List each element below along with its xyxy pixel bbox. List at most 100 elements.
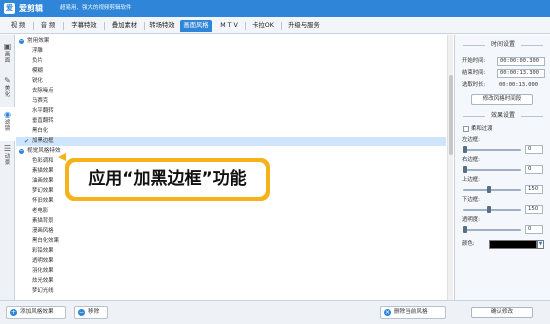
settings-panel: 时间设置 开始时间: 00:00:00.300 结束时间: 00:00:13.3… — [454, 35, 550, 318]
left-border-label: 左边框: — [462, 137, 480, 143]
top-border-slider[interactable] — [463, 189, 521, 191]
callout-text: 应用“加黑边框”功能 — [88, 169, 247, 189]
menu-karaoke[interactable]: 卡拉OK — [246, 20, 280, 32]
list-item[interactable]: 素描背景 — [16, 217, 446, 226]
list-item[interactable]: 负片 — [16, 57, 446, 66]
motion-icon: ☰ — [3, 144, 12, 153]
slider-thumb[interactable] — [487, 206, 492, 213]
menu-bar: 视 频 音 频 字幕特效 叠加素材 转场特效 画面风格 M T V 卡拉OK 升… — [0, 17, 550, 34]
callout-body: 应用“加黑边框”功能 — [69, 162, 266, 197]
menu-mtv[interactable]: M T V — [214, 20, 244, 32]
list-item[interactable]: 羽化效果 — [16, 267, 446, 276]
soft-transition-label: 柔和过渡 — [471, 126, 493, 132]
app-name: 爱剪辑 — [19, 4, 43, 13]
nav-tab-label: 动景 — [4, 154, 11, 166]
list-item[interactable]: 炫光效果 — [16, 277, 446, 286]
duration-value: 00:00:13.000 — [499, 82, 538, 88]
add-style-button[interactable]: + 添加风格效果 — [6, 306, 66, 319]
collapse-icon: − — [19, 148, 24, 154]
title-bar: 爱 爱剪辑 超易用、强大的视频剪辑软件 — [0, 0, 550, 17]
bottom-toolbar: + 添加风格效果 − 移除 × 删除当前风格 — [0, 300, 550, 324]
slider-thumb[interactable] — [463, 226, 467, 233]
bottom-border-label: 下边框: — [462, 197, 480, 203]
list-item[interactable]: 马赛克 — [16, 97, 446, 106]
nav-tab-label: 美化 — [4, 86, 11, 98]
list-scrollbar[interactable] — [447, 35, 453, 300]
list-item[interactable]: 水平翻转 — [16, 107, 446, 116]
menu-video[interactable]: 视 频 — [4, 20, 32, 32]
list-item[interactable]: 彩铅效果 — [16, 247, 446, 256]
nav-tab-filter[interactable]: ◉ 滤镜 — [0, 107, 15, 141]
nav-tab-label: 滤镜 — [4, 120, 11, 132]
right-border-input[interactable]: 0 — [525, 165, 543, 174]
category-common[interactable]: − 常用效果 — [16, 37, 446, 46]
soft-transition-checkbox[interactable] — [463, 126, 469, 132]
nav-tab-picture[interactable]: ▣ 画面 — [0, 39, 15, 73]
menu-picture-style[interactable]: 画面风格 — [180, 20, 212, 32]
delete-icon: × — [384, 309, 391, 316]
menu-upgrade[interactable]: 升级与服务 — [283, 20, 325, 32]
nav-tab-motion[interactable]: ☰ 动景 — [0, 141, 15, 175]
check-icon: ✔ — [24, 138, 30, 145]
end-time-input[interactable]: 00:00:13.300 — [497, 69, 545, 78]
nav-tab-beautify[interactable]: ✎ 美化 — [0, 73, 15, 107]
menu-transition[interactable]: 转场特效 — [145, 20, 179, 32]
start-time-input[interactable]: 00:00:00.300 — [497, 57, 545, 66]
callout-annotation: 应用“加黑边框”功能 — [65, 158, 270, 201]
menu-divider — [281, 22, 282, 30]
minus-icon: − — [78, 309, 85, 316]
list-item[interactable]: 梦幻光线 — [16, 287, 446, 296]
delete-style-button[interactable]: × 删除当前风格 — [380, 306, 446, 319]
right-border-slider[interactable] — [463, 169, 521, 171]
list-item-selected[interactable]: ✔ 加黑边框 — [16, 137, 446, 146]
slider-thumb[interactable] — [463, 146, 467, 153]
opacity-slider[interactable] — [463, 229, 521, 231]
list-item[interactable]: 漫画风格 — [16, 227, 446, 236]
color-label: 颜色: — [462, 241, 475, 247]
menu-audio[interactable]: 音 频 — [34, 20, 62, 32]
slider-thumb[interactable] — [487, 186, 492, 193]
nav-tab-label: 画面 — [4, 52, 11, 64]
app-logo: 爱 — [4, 3, 15, 14]
brush-icon: ✎ — [4, 76, 11, 85]
remove-button[interactable]: − 移除 — [74, 306, 108, 319]
list-item[interactable]: 黑白化 — [16, 127, 446, 136]
top-border-input[interactable]: 150 — [525, 185, 543, 194]
plus-icon: + — [10, 309, 17, 316]
app-slogan: 超易用、强大的视频剪辑软件 — [60, 5, 132, 11]
filter-icon: ◉ — [4, 110, 11, 119]
list-item[interactable]: 锐化 — [16, 77, 446, 86]
color-swatch[interactable] — [489, 240, 537, 249]
bottom-border-slider[interactable] — [463, 209, 521, 211]
left-nav: ▣ 画面 ✎ 美化 ◉ 滤镜 ☰ 动景 — [0, 35, 15, 300]
end-time-label: 结束时间: — [462, 70, 486, 76]
section-divider — [521, 45, 543, 46]
list-item[interactable]: 透明效果 — [16, 257, 446, 266]
list-item[interactable]: 去除噪点 — [16, 87, 446, 96]
modify-time-button[interactable]: 修改风格时间段 — [471, 94, 533, 105]
start-time-label: 开始时间: — [462, 58, 486, 64]
slider-thumb[interactable] — [463, 166, 467, 173]
collapse-icon: − — [19, 38, 24, 44]
scroll-thumb[interactable] — [449, 75, 453, 155]
menu-overlay[interactable]: 叠加素材 — [105, 20, 144, 32]
opacity-input[interactable]: 0 — [525, 225, 543, 234]
list-item[interactable]: 浮雕 — [16, 47, 446, 56]
list-item[interactable]: 老电影 — [16, 207, 446, 216]
duration-label: 选取时长: — [462, 82, 486, 88]
menu-subtitle-effects[interactable]: 字幕特效 — [64, 20, 104, 32]
left-border-input[interactable]: 0 — [525, 145, 543, 154]
chevron-down-icon[interactable]: ▼ — [537, 240, 544, 249]
list-item[interactable]: 垂直翻转 — [16, 117, 446, 126]
left-border-slider[interactable] — [463, 149, 521, 151]
image-icon: ▣ — [3, 42, 12, 51]
right-border-label: 右边框: — [462, 157, 480, 163]
list-item[interactable]: 黑白化效果 — [16, 237, 446, 246]
callout-pointer — [58, 153, 66, 161]
bottom-border-input[interactable]: 150 — [525, 205, 543, 214]
category-visual-style[interactable]: − 视觉风格特效 — [16, 147, 446, 156]
opacity-label: 透明度: — [462, 217, 480, 223]
confirm-button[interactable]: 确认修改 — [471, 307, 533, 318]
list-item[interactable]: 模糊 — [16, 67, 446, 76]
top-border-label: 上边框: — [462, 177, 480, 183]
